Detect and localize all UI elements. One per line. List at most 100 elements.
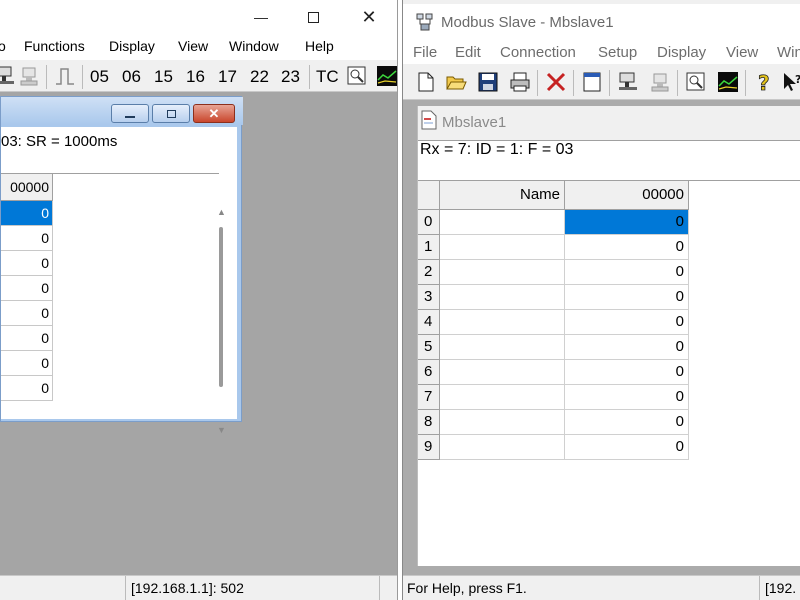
disconnect-icon[interactable] (649, 71, 671, 93)
menu-window[interactable]: Window (229, 38, 279, 54)
poll-cell[interactable]: 0 (1, 301, 53, 326)
fc-17-button[interactable]: 17 (218, 67, 237, 87)
left-status-bar: [192.168.1.1]: 502 (0, 575, 397, 600)
chart-icon[interactable] (376, 65, 398, 87)
restore-icon (166, 109, 176, 118)
column-header: 00000 (1, 174, 53, 201)
row-index: 6 (418, 360, 440, 385)
poll-cell[interactable]: 0 (1, 351, 53, 376)
menu-functions[interactable]: Functions (24, 38, 85, 54)
toolbar-separator (745, 70, 746, 96)
toolbar-separator (537, 70, 538, 96)
poll-cell-selected[interactable]: 0 (1, 201, 53, 226)
monitor-icon[interactable] (685, 71, 707, 93)
name-cell[interactable] (440, 285, 565, 310)
name-cell[interactable] (440, 360, 565, 385)
name-cell[interactable] (440, 310, 565, 335)
menu-display[interactable]: Display (657, 44, 706, 61)
menu-help[interactable]: Help (305, 38, 334, 54)
name-cell[interactable] (440, 260, 565, 285)
menu-view[interactable]: View (726, 44, 758, 61)
menu-window-partial[interactable]: Win (777, 44, 800, 61)
child-title-bar: Mbslave1 (418, 106, 800, 140)
child-close-button[interactable]: ✕ (193, 104, 235, 123)
toolbar-separator (677, 70, 678, 96)
child-restore-button[interactable] (152, 104, 190, 123)
print-icon[interactable] (509, 71, 531, 93)
close-button[interactable]: ✕ (346, 0, 392, 34)
poll-cell[interactable]: 0 (1, 226, 53, 251)
right-status-bar: For Help, press F1. [192. (403, 575, 800, 600)
name-cell[interactable] (440, 210, 565, 235)
toolbar-separator (82, 65, 83, 89)
menu-file[interactable]: File (413, 44, 437, 61)
fc-22-button[interactable]: 22 (250, 67, 269, 87)
poll-cell[interactable]: 0 (1, 376, 53, 401)
connect-icon[interactable] (617, 71, 639, 93)
menu-display[interactable]: Display (109, 38, 155, 54)
value-cell[interactable]: 0 (565, 235, 689, 260)
name-cell[interactable] (440, 410, 565, 435)
row-index: 0 (418, 210, 440, 235)
poll-cell[interactable]: 0 (1, 276, 53, 301)
modbus-slave-window: Modbus Slave - Mbslave1 File Edit Connec… (402, 0, 800, 600)
disconnect-icon[interactable] (18, 65, 40, 87)
fc-16-button[interactable]: 16 (186, 67, 205, 87)
context-help-icon[interactable]: ? (781, 71, 800, 93)
fc-15-button[interactable]: 15 (154, 67, 173, 87)
value-cell[interactable]: 0 (565, 410, 689, 435)
minimize-icon: — (254, 9, 268, 25)
pulse-icon[interactable] (54, 65, 76, 87)
value-cell[interactable]: 0 (565, 385, 689, 410)
poll-cell[interactable]: 0 (1, 326, 53, 351)
value-cell[interactable]: 0 (565, 335, 689, 360)
new-icon[interactable] (415, 71, 437, 93)
value-cell[interactable]: 0 (565, 260, 689, 285)
row-index: 9 (418, 435, 440, 460)
menu-connection[interactable]: Connection (500, 44, 576, 61)
value-cell[interactable]: 0 (565, 360, 689, 385)
save-icon[interactable] (477, 71, 499, 93)
mbslave1-child-window: Mbslave1 Rx = 7: ID = 1: F = 03 Name 000… (417, 106, 800, 566)
menu-view[interactable]: View (178, 38, 208, 54)
menu-setup-partial[interactable]: o (0, 38, 6, 54)
delete-icon[interactable] (545, 71, 567, 93)
menu-edit[interactable]: Edit (455, 44, 481, 61)
scroll-up-icon[interactable]: ▲ (217, 207, 226, 217)
close-icon: ✕ (361, 6, 377, 27)
connect-icon[interactable] (0, 65, 16, 87)
name-cell[interactable] (440, 235, 565, 260)
value-cell[interactable]: 0 (565, 285, 689, 310)
name-column-header[interactable]: Name (440, 181, 565, 210)
name-cell[interactable] (440, 385, 565, 410)
help-hint: For Help, press F1. (407, 580, 527, 596)
app-icon (416, 13, 433, 31)
child-minimize-button[interactable] (111, 104, 149, 123)
fc-23-button[interactable]: 23 (281, 67, 300, 87)
open-icon[interactable] (445, 71, 467, 93)
menu-setup[interactable]: Setup (598, 44, 637, 61)
fc-05-button[interactable]: 05 (90, 67, 109, 87)
minimize-button[interactable]: — (238, 0, 284, 34)
scroll-down-icon[interactable]: ▼ (217, 425, 226, 435)
toolbar-separator (609, 70, 610, 96)
monitor-icon[interactable] (346, 65, 368, 87)
scrollbar-thumb[interactable] (219, 227, 223, 387)
value-cell[interactable]: 0 (565, 310, 689, 335)
name-cell[interactable] (440, 435, 565, 460)
tc-button[interactable]: TC (316, 67, 339, 87)
value-column-header[interactable]: 00000 (565, 181, 689, 210)
fc-06-button[interactable]: 06 (122, 67, 141, 87)
maximize-button[interactable] (290, 0, 336, 34)
window-icon[interactable] (581, 71, 603, 93)
poll-cell[interactable]: 0 (1, 251, 53, 276)
value-cell-selected[interactable]: 0 (565, 210, 689, 235)
document-icon (421, 110, 437, 130)
poll-scrollbar[interactable]: ▲ ▼ (217, 207, 227, 441)
value-cell[interactable]: 0 (565, 435, 689, 460)
help-icon[interactable]: ? (753, 71, 775, 93)
chart-icon[interactable] (717, 71, 739, 93)
slave-info-line: Rx = 7: ID = 1: F = 03 (420, 141, 574, 158)
minimize-icon (125, 115, 135, 118)
name-cell[interactable] (440, 335, 565, 360)
